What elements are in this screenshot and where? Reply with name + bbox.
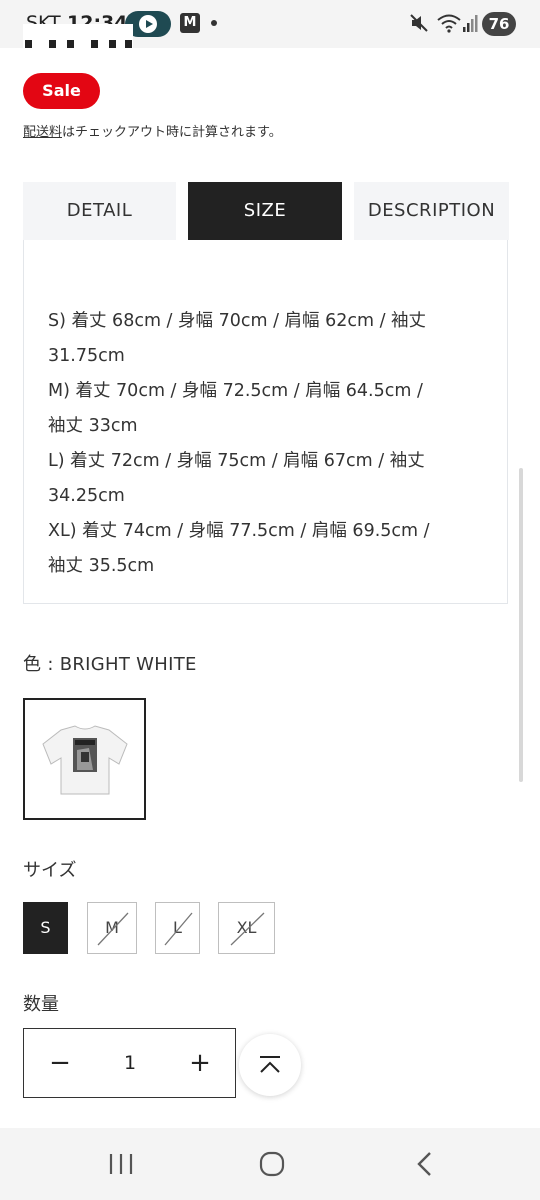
size-line: 袖丈 33cm <box>48 416 138 436</box>
color-label: 色 : BRIGHT WHITE <box>23 654 197 675</box>
size-line: L) 着丈 72cm / 身幅 75cm / 肩幅 67cm / 袖丈 <box>48 451 425 471</box>
system-nav-bar <box>0 1128 540 1200</box>
size-line: S) 着丈 68cm / 身幅 70cm / 肩幅 62cm / 袖丈 <box>48 311 427 331</box>
size-option-xl[interactable]: XL <box>218 902 275 954</box>
shipping-note: 配送料はチェックアウト時に計算されます。 <box>23 121 282 140</box>
size-line: M) 着丈 70cm / 身幅 72.5cm / 肩幅 64.5cm / <box>48 381 423 401</box>
quantity-increase-button[interactable]: + <box>184 1046 216 1080</box>
size-panel: S) 着丈 68cm / 身幅 70cm / 肩幅 62cm / 袖丈 31.7… <box>23 240 508 604</box>
page-scrollbar[interactable] <box>519 468 523 782</box>
size-line: 34.25cm <box>48 486 125 506</box>
mute-icon <box>410 14 428 32</box>
tshirt-thumbnail-icon <box>42 725 128 795</box>
size-line: 袖丈 35.5cm <box>48 556 155 576</box>
dot-icon <box>211 20 217 26</box>
m-app-icon: M <box>180 13 200 33</box>
size-heading: サイズ <box>23 860 77 881</box>
size-line: XL) 着丈 74cm / 身幅 77.5cm / 肩幅 69.5cm / <box>48 521 430 541</box>
sold-out-slash-icon <box>230 912 265 946</box>
sold-out-slash-icon <box>97 912 129 946</box>
wifi-icon <box>437 14 461 33</box>
sale-badge: Sale <box>23 73 100 109</box>
size-option-m[interactable]: M <box>87 902 137 954</box>
brand-logo <box>23 24 133 48</box>
signal-icon <box>463 15 478 32</box>
size-option-label: S <box>40 918 51 937</box>
home-icon[interactable] <box>252 1148 292 1180</box>
size-option-l[interactable]: L <box>155 902 200 954</box>
shipping-text: はチェックアウト時に計算されます。 <box>62 125 282 140</box>
size-option-s[interactable]: S <box>23 902 68 954</box>
chevron-up-icon <box>260 1056 280 1073</box>
back-to-top-button[interactable] <box>239 1034 301 1096</box>
recents-icon[interactable] <box>101 1148 141 1180</box>
quantity-heading: 数量 <box>23 994 59 1015</box>
tab-size[interactable]: SIZE <box>188 182 342 240</box>
back-icon[interactable] <box>404 1148 444 1180</box>
color-swatch-bright-white[interactable] <box>23 698 146 820</box>
tab-description[interactable]: DESCRIPTION <box>354 182 509 240</box>
quantity-value[interactable]: 1 <box>104 1046 156 1080</box>
size-chart-text: S) 着丈 68cm / 身幅 70cm / 肩幅 62cm / 袖丈 31.7… <box>48 304 488 584</box>
shipping-link[interactable]: 配送料 <box>23 125 62 140</box>
quantity-decrease-button[interactable]: − <box>44 1046 76 1080</box>
product-info-tabs: DETAIL SIZE DESCRIPTION <box>23 182 509 240</box>
quantity-stepper: − 1 + <box>23 1028 236 1098</box>
sold-out-slash-icon <box>164 912 193 946</box>
size-line: 31.75cm <box>48 346 125 366</box>
tab-detail[interactable]: DETAIL <box>23 182 176 240</box>
battery-icon: 76 <box>482 12 516 36</box>
